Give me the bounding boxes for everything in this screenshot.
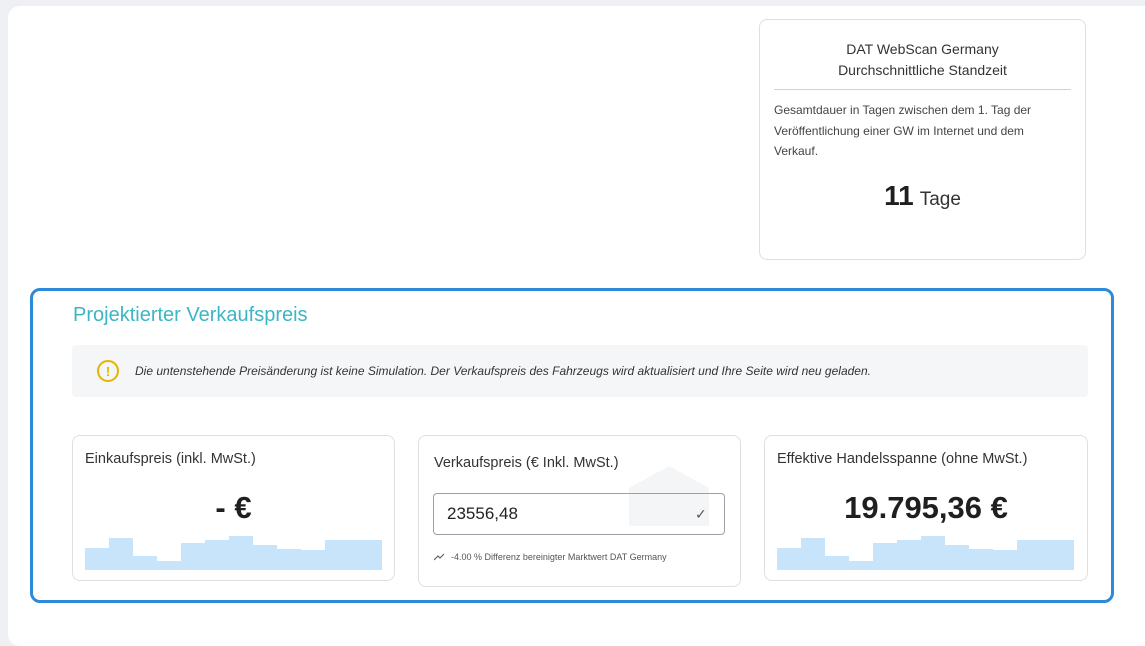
projected-price-title: Projektierter Verkaufspreis	[73, 304, 308, 326]
dat-value-row: 11 Tage	[774, 180, 1071, 212]
check-icon[interactable]: ✓	[695, 506, 707, 523]
warning-icon: !	[97, 360, 119, 382]
dat-card-description: Gesamtdauer in Tagen zwischen dem 1. Tag…	[774, 103, 1032, 158]
trend-up-icon	[434, 553, 445, 561]
dat-standzeit-card: DAT WebScan Germany Durchschnittliche St…	[759, 19, 1086, 260]
dat-days-unit: Tage	[919, 188, 961, 210]
trade-margin-value: 19.795,36 €	[844, 490, 1008, 525]
trade-margin-label: Effektive Handelsspanne (ohne MwSt.)	[777, 451, 1028, 467]
projected-price-panel: Projektierter Verkaufspreis ! Die untens…	[30, 288, 1114, 603]
dat-days-value: 11	[884, 179, 914, 211]
sale-price-input[interactable]	[433, 493, 725, 535]
dat-card-title: DAT WebScan Germany	[846, 41, 999, 57]
margin-sparkline	[777, 536, 1074, 570]
sale-price-label: Verkaufspreis (€ Inkl. MwSt.)	[434, 455, 619, 471]
purchase-price-label: Einkaufspreis (inkl. MwSt.)	[85, 451, 256, 467]
purchase-sparkline	[85, 536, 382, 570]
purchase-price-card: Einkaufspreis (inkl. MwSt.) - €	[72, 435, 395, 581]
trade-margin-card: Effektive Handelsspanne (ohne MwSt.) 19.…	[764, 435, 1088, 581]
purchase-price-value: - €	[215, 490, 252, 525]
difference-text: -4.00 % Differenz bereinigter Marktwert …	[451, 552, 667, 562]
sale-price-card: Verkaufspreis (€ Inkl. MwSt.) ✓ -4.00 % …	[418, 435, 741, 587]
notice-banner: ! Die untenstehende Preisänderung ist ke…	[72, 345, 1088, 397]
notice-text: Die untenstehende Preisänderung ist kein…	[135, 364, 871, 378]
dat-card-subtitle: Durchschnittliche Standzeit	[774, 59, 1071, 90]
difference-row: -4.00 % Differenz bereinigter Marktwert …	[434, 552, 667, 562]
